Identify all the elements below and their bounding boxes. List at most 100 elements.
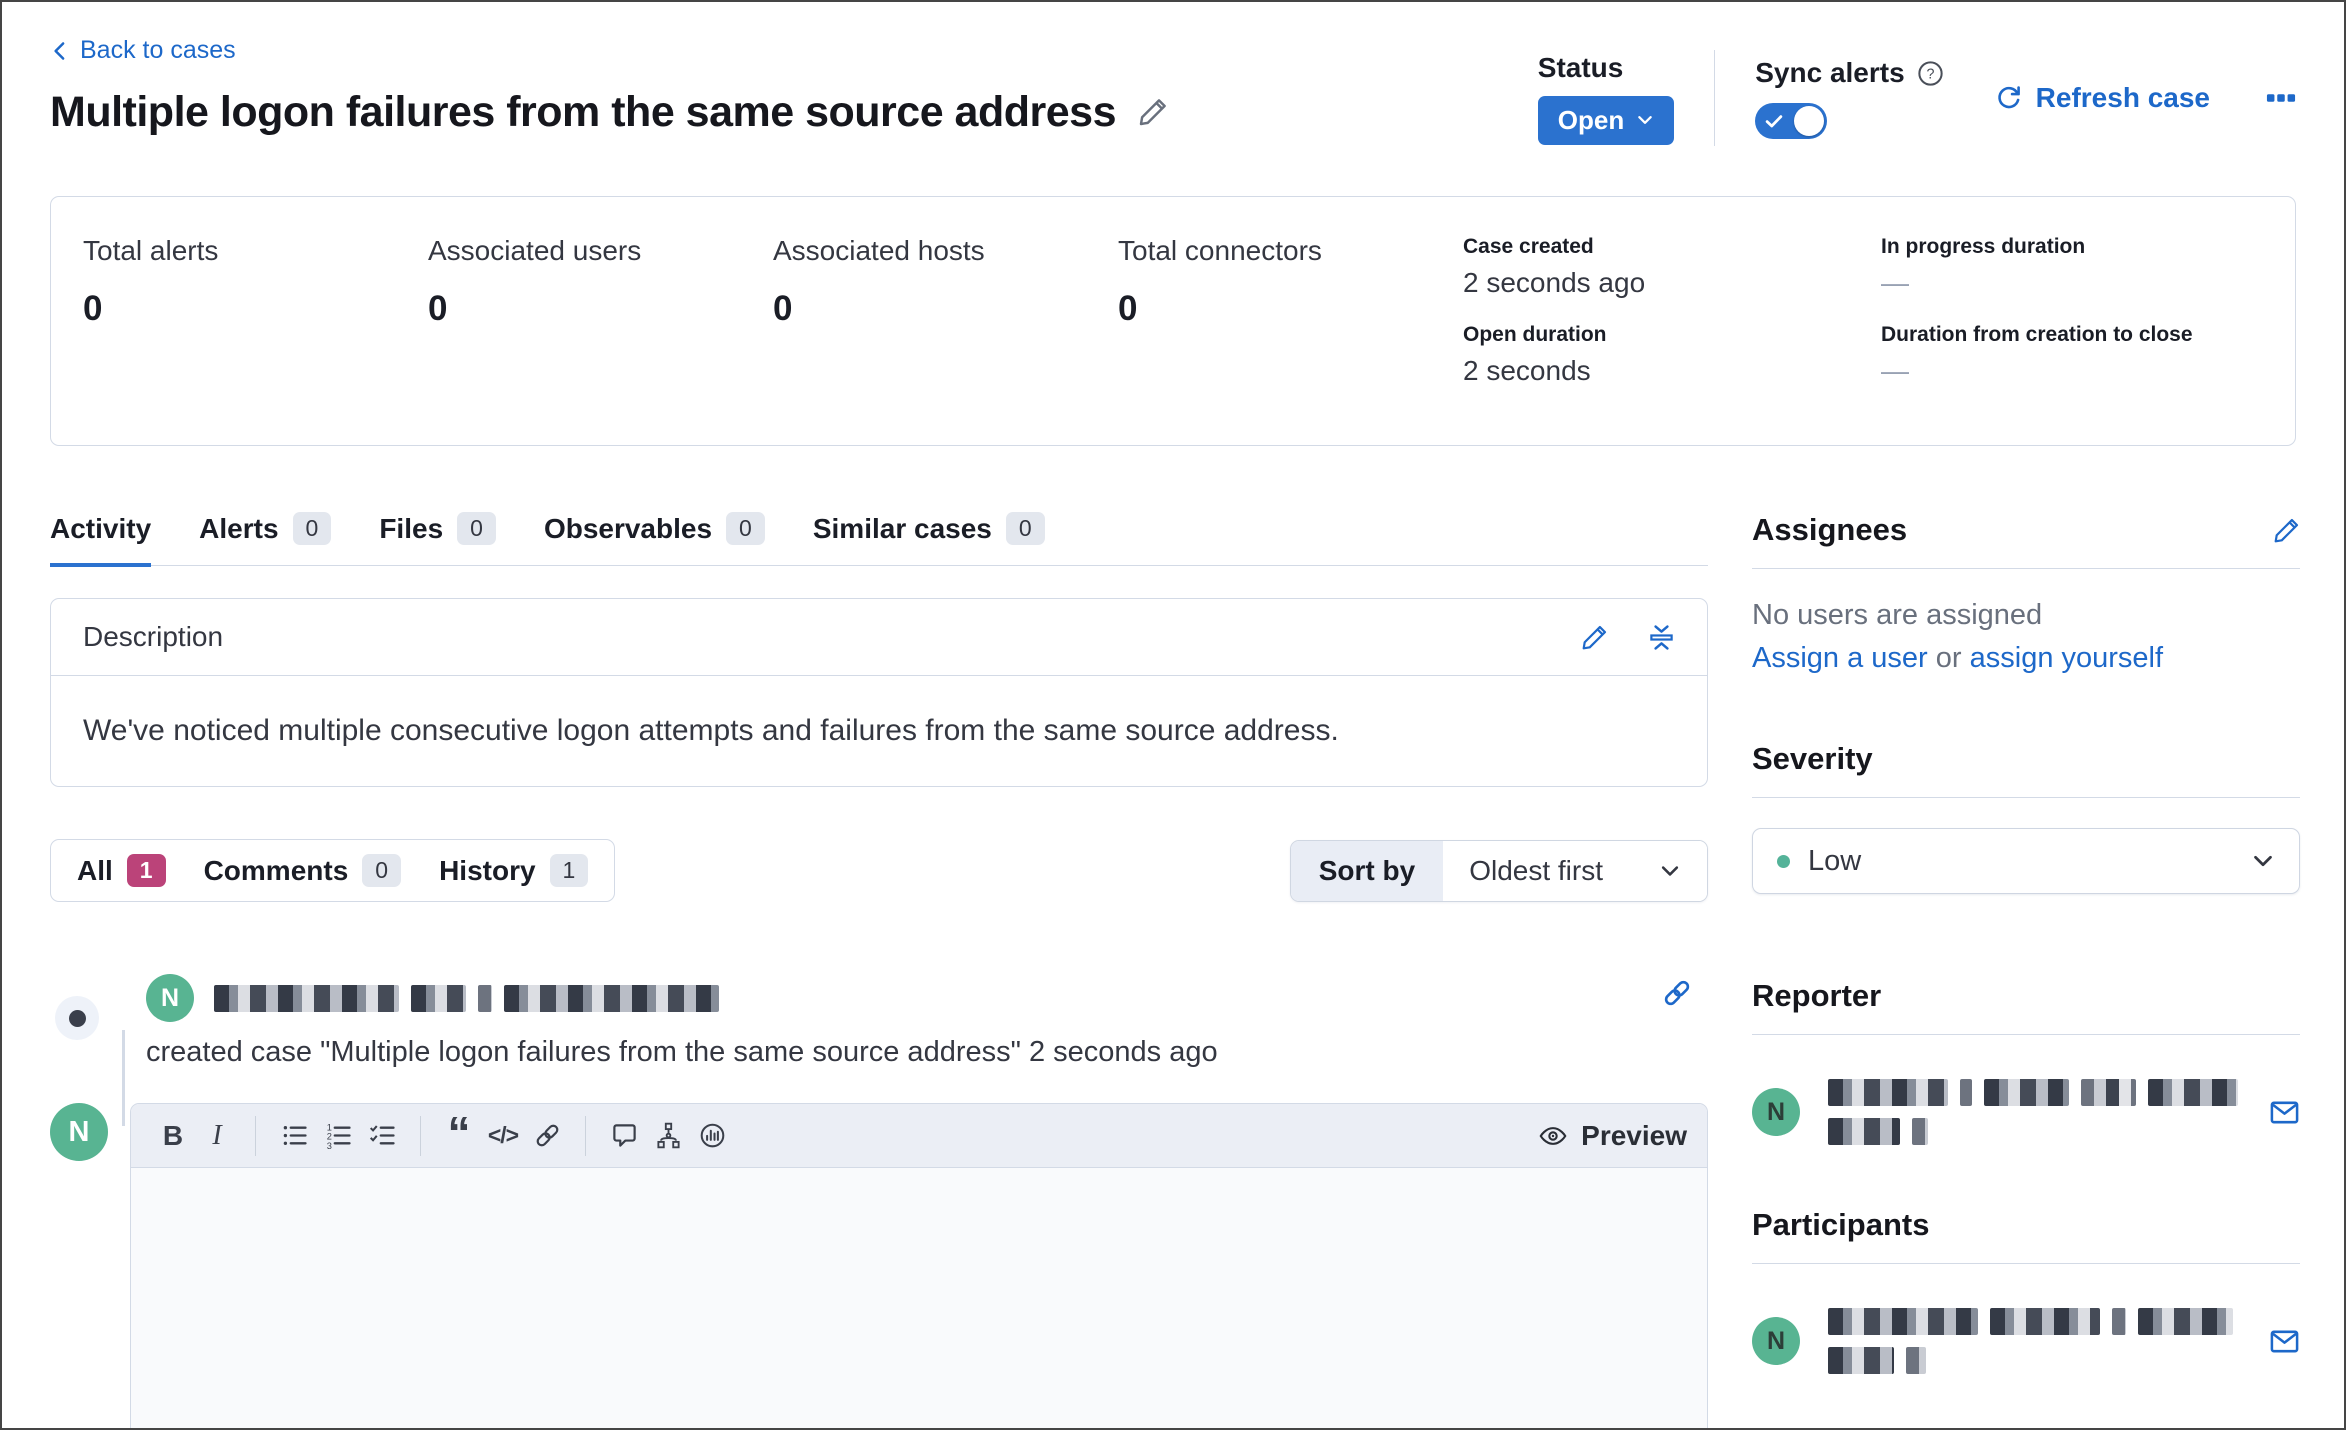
refresh-case-button[interactable]: Refresh case — [1996, 82, 2210, 114]
tab-count-badge: 0 — [457, 512, 496, 545]
stat-associated-hosts: Associated hosts 0 — [773, 235, 1118, 411]
filter-all-label: All — [77, 855, 113, 887]
insert-link-button[interactable] — [525, 1114, 569, 1158]
activity-thread: N created case "Multiple logon failures … — [50, 974, 1708, 1430]
status-block: Status Open — [1538, 52, 1674, 145]
or-text: or — [1936, 642, 1962, 674]
main-column: Activity Alerts 0 Files 0 Observables 0 — [50, 512, 1708, 1430]
italic-icon: I — [212, 1120, 221, 1152]
unordered-list-icon — [281, 1122, 308, 1149]
filter-all[interactable]: All 1 — [77, 854, 166, 887]
case-sidebar: Assignees No users are assigned Assign a… — [1752, 512, 2300, 1430]
stat-value: 0 — [1118, 289, 1463, 329]
eye-icon — [1539, 1122, 1567, 1150]
back-chevron-icon — [50, 41, 70, 61]
ordered-list-button[interactable]: 123 — [316, 1114, 360, 1158]
tab-label: Activity — [50, 513, 151, 545]
edit-title-pencil-icon[interactable] — [1138, 97, 1168, 127]
refresh-case-label: Refresh case — [2036, 82, 2210, 114]
reporter-avatar: N — [1752, 1088, 1800, 1136]
creation-to-close-label: Duration from creation to close — [1881, 323, 2263, 347]
toolbar-separator — [255, 1116, 256, 1156]
tab-count-badge: 0 — [293, 512, 332, 545]
case-header-actions: Status Open Sync alerts ? — [1538, 36, 2296, 146]
tab-activity[interactable]: Activity — [50, 512, 151, 565]
header-divider — [1714, 50, 1715, 146]
status-label: Status — [1538, 52, 1624, 84]
actions-menu-button[interactable] — [2266, 78, 2296, 118]
add-visualization-button[interactable] — [690, 1114, 734, 1158]
edit-assignees-pencil-icon[interactable] — [2273, 517, 2300, 544]
tab-files[interactable]: Files 0 — [379, 512, 496, 565]
toolbar-separator — [420, 1116, 421, 1156]
italic-button[interactable]: I — [195, 1114, 239, 1158]
svg-text:?: ? — [1926, 66, 1934, 82]
severity-select[interactable]: Low — [1752, 828, 2300, 894]
tab-observables[interactable]: Observables 0 — [544, 512, 765, 565]
back-link-label: Back to cases — [80, 36, 236, 65]
chevron-down-icon — [1636, 111, 1654, 129]
tab-alerts[interactable]: Alerts 0 — [199, 512, 331, 565]
event-description: created case "Multiple logon failures fr… — [146, 1036, 1692, 1069]
comment-editor-row: N B I 123 “ — [50, 1103, 1708, 1430]
tab-similar-cases[interactable]: Similar cases 0 — [813, 512, 1045, 565]
current-user-avatar: N — [50, 1103, 108, 1161]
assign-a-user-link[interactable]: Assign a user — [1752, 642, 1928, 674]
creation-to-close-value: — — [1881, 355, 2263, 387]
bold-button[interactable]: B — [151, 1114, 195, 1158]
participants-title: Participants — [1752, 1207, 1929, 1243]
task-list-button[interactable] — [360, 1114, 404, 1158]
preview-toggle[interactable]: Preview — [1539, 1120, 1687, 1152]
stat-label: Associated hosts — [773, 235, 1118, 267]
sync-alerts-toggle[interactable] — [1755, 103, 1827, 139]
tab-label: Similar cases — [813, 513, 992, 545]
chevron-down-icon — [1659, 860, 1681, 882]
ordered-list-icon: 123 — [325, 1122, 352, 1149]
section-divider — [1752, 797, 2300, 798]
stat-value: 0 — [428, 289, 773, 329]
comment-textarea[interactable] — [131, 1168, 1707, 1430]
sync-alerts-label: Sync alerts — [1755, 57, 1904, 89]
copy-link-icon[interactable] — [1662, 978, 1692, 1008]
editor-toolbar: B I 123 “ </> — [131, 1104, 1707, 1168]
assignees-title: Assignees — [1752, 512, 1907, 548]
edit-description-pencil-icon[interactable] — [1581, 624, 1608, 651]
tab-count-badge: 0 — [726, 512, 765, 545]
filter-history[interactable]: History 1 — [439, 854, 588, 887]
stat-label: Total connectors — [1118, 235, 1463, 267]
page-title: Multiple logon failures from the same so… — [50, 88, 1116, 137]
stat-value: 0 — [773, 289, 1118, 329]
stat-label: Associated users — [428, 235, 773, 267]
status-value: Open — [1558, 105, 1624, 136]
in-progress-duration-value: — — [1881, 267, 2263, 299]
assign-yourself-link[interactable]: assign yourself — [1970, 642, 2163, 674]
sort-order-select[interactable]: Oldest first — [1443, 841, 1707, 901]
code-icon: </> — [488, 1122, 518, 1149]
status-dropdown-button[interactable]: Open — [1538, 96, 1674, 145]
reporter-section: Reporter N — [1752, 978, 2300, 1145]
assignees-empty-text: No users are assigned — [1752, 599, 2300, 632]
severity-value: Low — [1808, 845, 2233, 878]
activity-filter-row: All 1 Comments 0 History 1 Sort — [50, 839, 1708, 902]
description-body: We've noticed multiple consecutive logon… — [51, 676, 1707, 786]
collapse-description-fold-icon[interactable] — [1648, 624, 1675, 651]
osquery-icon — [699, 1122, 726, 1149]
sync-alerts-block: Sync alerts ? — [1755, 57, 1943, 139]
stat-meta-column-1: Case created 2 seconds ago Open duration… — [1463, 235, 1881, 411]
back-to-cases-link[interactable]: Back to cases — [50, 36, 236, 65]
case-created-value: 2 seconds ago — [1463, 267, 1881, 299]
add-comment-button[interactable] — [602, 1114, 646, 1158]
timeline-dot — [55, 996, 99, 1040]
filter-comments[interactable]: Comments 0 — [204, 854, 402, 887]
filter-history-count-badge: 1 — [550, 854, 589, 887]
section-divider — [1752, 1034, 2300, 1035]
quote-button[interactable]: “ — [437, 1114, 481, 1158]
email-icon[interactable] — [2269, 1326, 2300, 1357]
link-icon — [534, 1122, 561, 1149]
code-button[interactable]: </> — [481, 1114, 525, 1158]
question-circle-icon[interactable]: ? — [1917, 60, 1944, 87]
redacted-reporter-name — [1828, 1079, 2269, 1145]
email-icon[interactable] — [2269, 1097, 2300, 1128]
add-timeline-button[interactable] — [646, 1114, 690, 1158]
unordered-list-button[interactable] — [272, 1114, 316, 1158]
